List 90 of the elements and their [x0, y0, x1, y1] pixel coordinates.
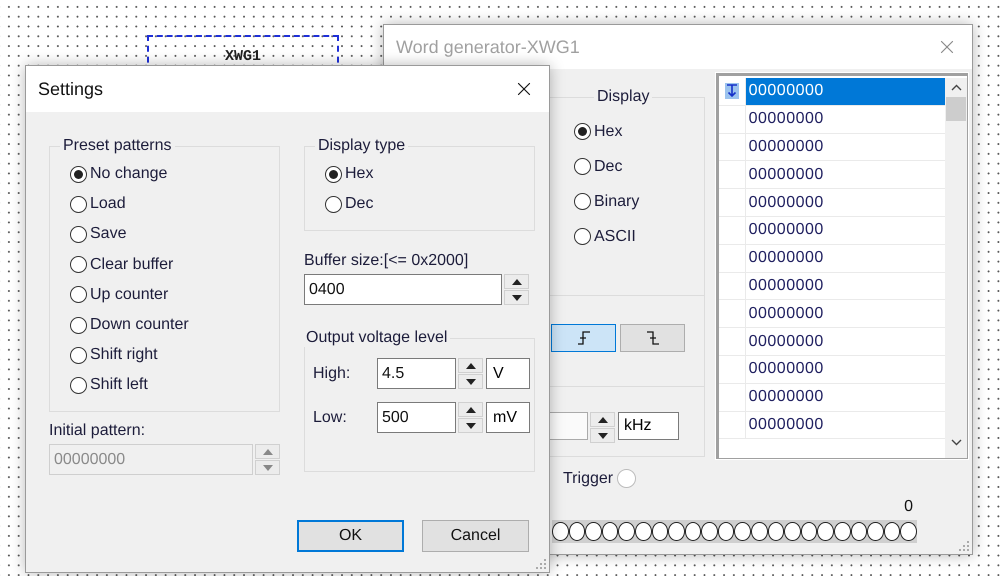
component-label: XWG1: [224, 49, 261, 65]
spin-up-button[interactable]: [458, 358, 483, 373]
radio-label: Dec: [345, 195, 374, 214]
unit-field[interactable]: V: [486, 358, 530, 389]
radio-button[interactable]: [325, 196, 342, 213]
radio-label: No change: [90, 165, 168, 184]
radio-label: Binary: [594, 192, 640, 210]
buffer-row[interactable]: 00000000: [746, 356, 945, 384]
buffer-row[interactable]: 00000000: [746, 161, 945, 190]
spin-down-button[interactable]: [590, 428, 615, 443]
buffer-row[interactable]: 00000000: [746, 134, 945, 162]
group-title: Display type: [317, 137, 406, 155]
buffer-row[interactable]: 00000000: [746, 328, 945, 356]
radio-button[interactable]: [325, 166, 342, 183]
window-title: Word generator-XWG1: [396, 36, 580, 58]
radio-label: Shift left: [90, 376, 148, 394]
buffer-row[interactable]: 00000000: [746, 106, 945, 134]
spin-up-button[interactable]: [504, 274, 529, 289]
edge-button[interactable]: [551, 324, 616, 352]
dialog-button[interactable]: OK: [297, 520, 404, 552]
buffer-row[interactable]: 00000000: [746, 216, 945, 245]
resize-grip-icon[interactable]: [535, 558, 547, 570]
radio-button[interactable]: [70, 256, 87, 274]
buffer-row[interactable]: 00000000: [746, 189, 945, 217]
group-title: Display: [596, 88, 650, 106]
radio-button[interactable]: [70, 226, 87, 243]
resize-grip-icon[interactable]: [958, 540, 970, 552]
unit-field[interactable]: mV: [486, 402, 530, 433]
scroll-down-icon: [950, 439, 962, 446]
unit-field[interactable]: kHz: [618, 412, 679, 440]
radio-label: ASCII: [594, 228, 636, 246]
radio-button[interactable]: [574, 228, 591, 245]
triangle-down-icon: [466, 378, 476, 384]
buffer-row[interactable]: 00000000: [746, 300, 945, 328]
field-label: Low:: [313, 408, 348, 426]
scroll-up-icon: [950, 84, 962, 91]
falling-edge-icon: [646, 331, 660, 345]
field-label: High:: [313, 364, 352, 382]
spin-down-button[interactable]: [504, 290, 529, 305]
radio-label: Shift right: [90, 346, 158, 364]
input-field[interactable]: 500: [377, 402, 456, 433]
triangle-up-icon: [512, 278, 522, 284]
radio-label: Hex: [345, 165, 374, 184]
input-field[interactable]: 0400: [304, 274, 502, 305]
triangle-up-icon: [466, 406, 476, 412]
radio-label: Clear buffer: [90, 256, 174, 274]
spin-down-button[interactable]: [458, 418, 483, 433]
bit-index-label: 0: [904, 498, 913, 516]
spin-up-button[interactable]: [590, 412, 615, 427]
field-label: Buffer size:[<= 0x2000]: [304, 252, 468, 270]
cursor-icon: [724, 83, 739, 100]
scrollbar[interactable]: [945, 78, 967, 458]
radio-button[interactable]: [70, 286, 87, 304]
triangle-up-icon: [598, 416, 608, 422]
buffer-row[interactable]: 00000000: [746, 244, 945, 273]
radio-button[interactable]: [70, 316, 87, 334]
radio-label: Save: [90, 225, 126, 244]
group-title: Preset patterns: [62, 137, 172, 155]
buffer-row[interactable]: 00000000: [746, 272, 945, 300]
dialog-button[interactable]: Cancel: [422, 520, 529, 552]
triangle-down-icon: [466, 422, 476, 428]
scroll-thumb[interactable]: [946, 97, 966, 121]
triangle-down-icon: [262, 464, 272, 470]
radio-label: Hex: [594, 122, 622, 140]
buffer-row[interactable]: 00000000: [746, 412, 945, 440]
buffer-row[interactable]: 00000000: [746, 78, 945, 106]
triangle-down-icon: [598, 432, 608, 438]
radio-label: Load: [90, 195, 126, 214]
radio-label: Dec: [594, 158, 622, 176]
triangle-up-icon: [262, 448, 272, 454]
radio-button[interactable]: [574, 193, 591, 210]
radio-button[interactable]: [574, 123, 591, 140]
radio-label: Down counter: [90, 316, 189, 334]
radio-button[interactable]: [70, 166, 87, 183]
triangle-up-icon: [466, 362, 476, 368]
triangle-down-icon: [512, 294, 522, 300]
radio-label: Up counter: [90, 286, 168, 304]
radio-button[interactable]: [574, 158, 591, 175]
field-label: Initial pattern:: [49, 422, 146, 440]
rising-edge-icon: [576, 331, 590, 345]
radio-button[interactable]: [70, 346, 87, 364]
radio-button[interactable]: [70, 376, 87, 394]
dialog-title: Settings: [38, 78, 104, 100]
group-title: Output voltage level: [305, 329, 448, 347]
radio-button[interactable]: [70, 196, 87, 213]
input-field[interactable]: 4.5: [377, 358, 456, 389]
buffer-row[interactable]: 00000000: [746, 384, 945, 412]
trigger-label: Trigger: [563, 470, 614, 488]
spin-down-button[interactable]: [458, 374, 483, 389]
spin-up-button[interactable]: [458, 402, 483, 417]
